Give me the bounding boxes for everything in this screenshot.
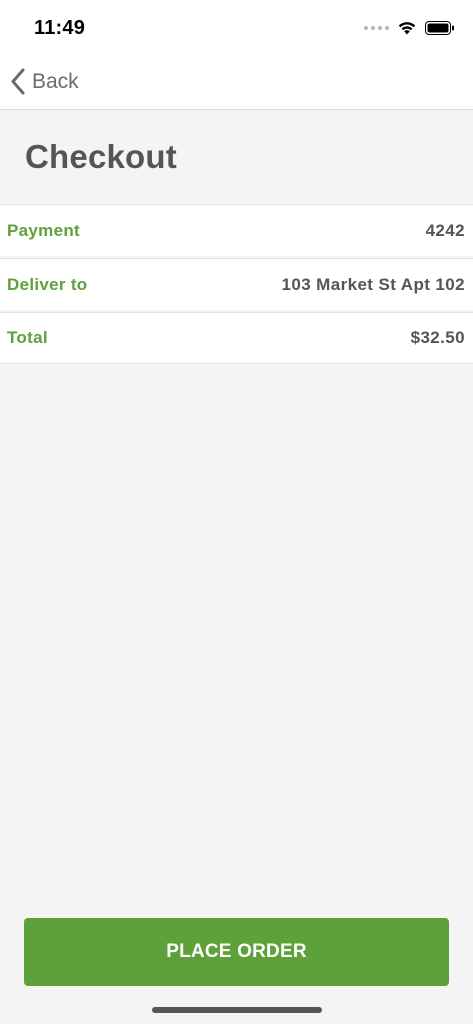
total-row: Total $32.50 <box>0 312 473 364</box>
chevron-left-icon <box>10 68 26 95</box>
status-indicators <box>364 20 455 35</box>
status-bar: 11:49 <box>0 0 473 56</box>
deliver-to-label: Deliver to <box>7 274 88 294</box>
total-value: $32.50 <box>410 328 465 347</box>
wifi-icon <box>397 20 417 35</box>
place-order-label: PLACE ORDER <box>166 941 307 962</box>
deliver-to-value: 103 Market St Apt 102 <box>281 274 465 294</box>
back-button[interactable]: Back <box>10 68 79 95</box>
back-label: Back <box>32 69 79 93</box>
place-order-button[interactable]: PLACE ORDER <box>24 918 449 986</box>
status-time: 11:49 <box>34 17 86 39</box>
deliver-to-row[interactable]: Deliver to 103 Market St Apt 102 <box>0 258 473 310</box>
navigation-bar: Back <box>0 56 473 110</box>
battery-icon <box>425 20 455 35</box>
total-label: Total <box>7 328 48 347</box>
cellular-signal-icon <box>364 25 389 30</box>
payment-row[interactable]: Payment 4242 <box>0 204 473 256</box>
checkout-summary-list: Payment 4242 Deliver to 103 Market St Ap… <box>0 204 473 366</box>
payment-value: 4242 <box>425 220 465 240</box>
payment-label: Payment <box>7 220 80 240</box>
page-title: Checkout <box>25 138 177 175</box>
home-indicator[interactable] <box>152 1007 322 1013</box>
